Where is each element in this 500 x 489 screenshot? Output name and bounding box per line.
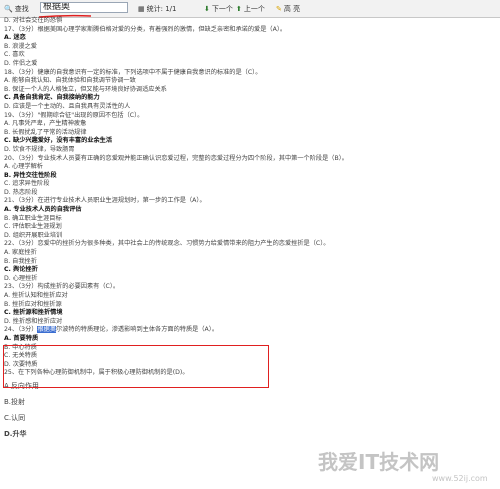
document-line: 22、（3分）恋爱中的挫折分为很多种类，其中社会上的传统观念、习惯势力给爱情带来… — [4, 240, 330, 248]
find-label-text: 查找 — [14, 5, 29, 13]
document-line: A. 心理学解析 — [4, 163, 43, 171]
document-line: 17、（3分）根据美国心理学家斯腾伯格对爱的分类，有着强烈的激情，但缺乏亲密和承… — [4, 25, 287, 33]
document-line: 21、（3分）在进行专业技术人员职业生涯规划时，第一步的工作是（A）。 — [4, 197, 206, 205]
document-line: C. 喜欢 — [4, 51, 25, 59]
down-arrow-icon: ⬇ — [204, 5, 210, 13]
document-line: 18、（3分）健康的自我意识有一定的标准，下列选项中不属于健康自我意识的标准的是… — [4, 68, 262, 76]
stats-label: 统计: 1/1 — [146, 5, 177, 13]
find-toolbar: 🔍 查找 ▦ 统计: 1/1 ⬇ 下一个 ⬆ 上一个 ✎ 高 亮 — [0, 0, 500, 18]
document-line: B. 异性交往性阶段 — [4, 171, 57, 179]
q24-option: A. 首要特质 — [4, 334, 39, 342]
search-input[interactable] — [40, 2, 128, 13]
annotation-box — [3, 345, 269, 388]
search-match-highlight: 根据奥 — [37, 326, 57, 334]
document-line: A. 迷恋 — [4, 34, 26, 42]
document-line: C. 缺少兴趣爱好，没有丰富的业余生活 — [4, 137, 113, 145]
document-line: B. 浪漫之爱 — [4, 42, 37, 50]
document-line: D. 应该是一个主动的、且自我具有灵活性的人 — [4, 102, 131, 110]
document-line: C. 舆论挫折 — [4, 266, 38, 274]
document-line: A. 挫折认知和挫折应对 — [4, 292, 68, 299]
document-line: B. 自我挫折 — [4, 257, 37, 265]
q25-option: D.升华 — [4, 429, 27, 438]
highlight-icon: ✎ — [276, 5, 282, 13]
q25-option: B.投射 — [4, 397, 26, 406]
document-line: 19、（3分）"假期综合征"出现的原因不包括（C）。 — [4, 111, 144, 119]
q24-prefix: 24、（3分） — [4, 326, 38, 334]
question-24-stem: 24、（3分）根据奥尔波特的特质理论，渗透影响到主体各方面的特质是（A）。 — [4, 326, 494, 335]
document-line: A. 能够自我认知、自我体验和自我调节协调一致 — [4, 77, 136, 85]
document-line: B. 确立职业生涯目标 — [4, 214, 62, 222]
document-line: D. 对社会交往的恐惧 — [4, 17, 63, 24]
document-line: 20、（3分）专业技术人员要有正确的恋爱观并能正确认识恋爱过程，完整的恋爱过程分… — [4, 154, 348, 162]
stats-button[interactable]: ▦ 统计: 1/1 — [138, 4, 176, 14]
up-arrow-icon: ⬆ — [236, 5, 242, 13]
find-label: 🔍 查找 — [4, 4, 29, 14]
search-icon: 🔍 — [4, 5, 13, 13]
document-line: D. 饮食不规律，导致肠胃 — [4, 145, 75, 153]
next-label: 下一个 — [211, 5, 233, 13]
q24-rest: 尔波特的特质理论，渗透影响到主体各方面的特质是（A）。 — [56, 326, 219, 334]
highlight-label: 高 亮 — [283, 5, 301, 13]
highlight-button[interactable]: ✎ 高 亮 — [276, 4, 300, 14]
document-line: C. 追求异性阶段 — [4, 180, 50, 188]
prev-label: 上一个 — [243, 5, 265, 13]
document-line: A. 凡事凭严卑，产生精神疲惫 — [4, 120, 87, 128]
stats-icon: ▦ — [138, 5, 145, 13]
prev-button[interactable]: ⬆ 上一个 — [236, 4, 265, 14]
document-line: B. 挫折应对和挫折源 — [4, 300, 62, 308]
watermark-url: www.52ij.com — [432, 474, 488, 483]
document-line: 23、（3分）构成挫折的必要因素有（C）。 — [4, 283, 120, 291]
next-button[interactable]: ⬇ 下一个 — [204, 4, 233, 14]
question-list: D. 对社会交往的恐惧 17、（3分）根据美国心理学家斯腾伯格对爱的分类，有着强烈… — [4, 17, 494, 326]
document-line: C. 挫折源和挫折情境 — [4, 309, 63, 317]
document-line: A. 专业技术人员的自我评估 — [4, 206, 82, 214]
document-line: C. 评估职业生涯规划 — [4, 223, 62, 231]
q25-option: C.认同 — [4, 413, 26, 422]
document-line: C. 具备自我肯定、自我接纳的能力 — [4, 94, 100, 102]
watermark-logo-text: 我爱IT技术网 — [318, 450, 440, 474]
document-line: D. 伴侣之爱 — [4, 59, 38, 67]
document-line: A. 家庭挫折 — [4, 249, 37, 257]
